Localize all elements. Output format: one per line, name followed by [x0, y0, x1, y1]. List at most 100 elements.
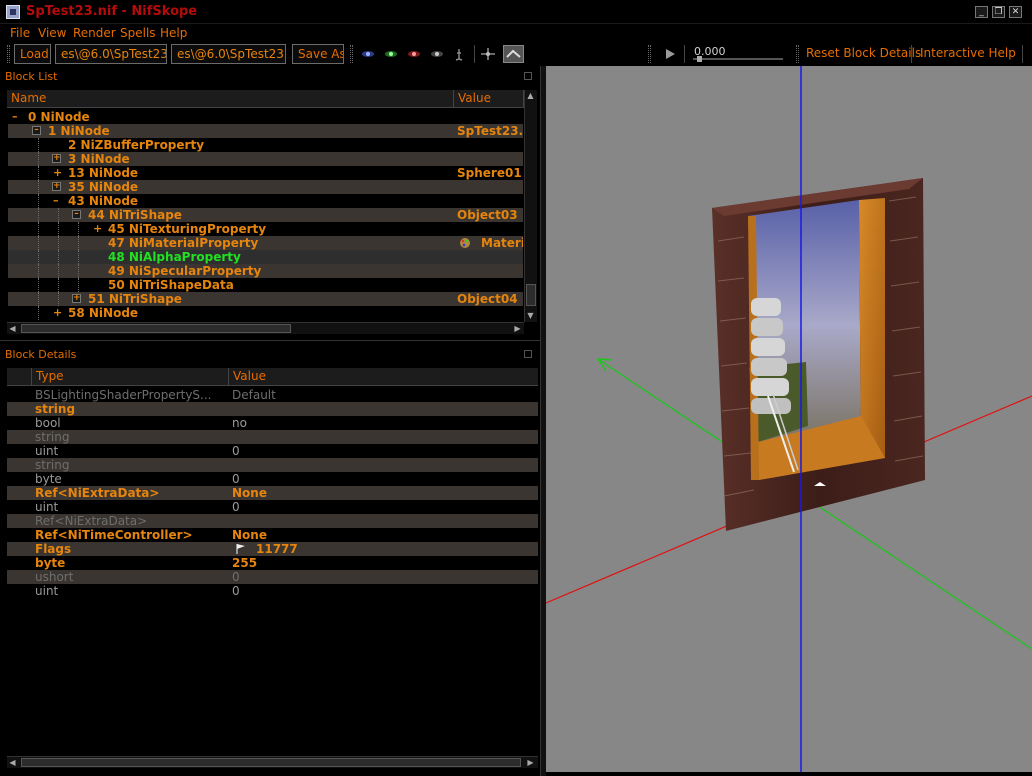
tree-row[interactable]: – 44 NiTriShape Object03 — [8, 208, 523, 222]
details-row[interactable]: Ref<NiExtraData> — [7, 514, 538, 528]
collapse-icon[interactable]: – — [12, 110, 18, 124]
menu-render[interactable]: Render — [73, 26, 116, 40]
details-row[interactable]: BSLightingShaderPropertyS... Default — [7, 388, 538, 402]
details-row[interactable]: Ref<NiExtraData> None — [7, 486, 538, 500]
details-row[interactable]: string — [7, 402, 538, 416]
save-as-button[interactable]: Save As — [292, 44, 344, 64]
collapse-icon[interactable]: – — [72, 210, 81, 219]
scroll-left-icon[interactable]: ◀ — [7, 323, 18, 334]
details-value[interactable]: 11777 — [256, 542, 298, 556]
scroll-left-icon[interactable]: ◀ — [7, 757, 18, 768]
col-value-header[interactable]: Value — [454, 90, 524, 108]
scroll-right-icon[interactable]: ▶ — [525, 757, 536, 768]
reset-block-details-button[interactable]: Reset Block Details — [806, 46, 921, 60]
details-value[interactable]: 0 — [232, 500, 240, 514]
details-value[interactable]: 0 — [232, 584, 240, 598]
expand-icon[interactable]: + — [93, 222, 102, 236]
details-row[interactable]: string — [7, 458, 538, 472]
details-value[interactable]: no — [232, 416, 247, 430]
menu-view[interactable]: View — [38, 26, 66, 40]
tree-row[interactable]: 49 NiSpecularProperty — [8, 264, 523, 278]
tree-row[interactable]: + 45 NiTexturingProperty — [8, 222, 523, 236]
details-value[interactable]: 0 — [232, 472, 240, 486]
collapse-icon[interactable]: – — [53, 194, 59, 208]
minimize-icon[interactable]: _ — [975, 6, 988, 18]
tree-row[interactable]: + 35 NiNode — [8, 180, 523, 194]
eye-gray-icon[interactable] — [429, 47, 445, 61]
menu-spells[interactable]: Spells — [120, 26, 156, 40]
col-name-header[interactable]: Name — [7, 90, 454, 108]
load-path-field[interactable]: es\@6.0\SpTest23.nif — [55, 44, 167, 64]
load-button[interactable]: Load — [14, 44, 51, 64]
scroll-down-icon[interactable]: ▼ — [525, 310, 536, 321]
scroll-thumb[interactable] — [526, 284, 536, 306]
toolbar-grip[interactable] — [7, 45, 10, 63]
tree-row[interactable]: 50 NiTriShapeData — [8, 278, 523, 292]
walk-icon[interactable] — [452, 47, 468, 61]
scroll-thumb[interactable] — [21, 758, 521, 767]
tree-row[interactable]: 47 NiMaterialProperty Materi — [8, 236, 523, 250]
menu-help[interactable]: Help — [160, 26, 187, 40]
details-row[interactable]: uint 0 — [7, 584, 538, 598]
menu-file[interactable]: File — [10, 26, 30, 40]
block-list-hscroll[interactable]: ◀ ▶ — [7, 322, 524, 334]
details-row[interactable]: byte 0 — [7, 472, 538, 486]
tree-row[interactable]: 2 NiZBufferProperty — [8, 138, 523, 152]
toolbar-grip[interactable] — [796, 45, 799, 63]
block-details-hscroll[interactable]: ◀ ▶ — [7, 756, 538, 768]
eye-blue-icon[interactable] — [360, 47, 376, 61]
expand-icon[interactable]: + — [53, 306, 62, 320]
axes-icon[interactable] — [480, 47, 496, 61]
eye-red-icon[interactable] — [406, 47, 422, 61]
time-slider-handle[interactable] — [697, 56, 702, 62]
close-icon[interactable]: ✕ — [1009, 6, 1022, 18]
details-row[interactable]: bool no — [7, 416, 538, 430]
collapse-icon[interactable]: – — [32, 126, 41, 135]
tree-row[interactable]: – 43 NiNode — [8, 194, 523, 208]
restore-icon[interactable]: ❐ — [992, 6, 1005, 18]
tree-row[interactable]: + 51 NiTriShape Object04 — [8, 292, 523, 306]
details-value[interactable]: 0 — [232, 444, 240, 458]
block-list-vscroll[interactable]: ▲ ▼ — [524, 90, 537, 322]
expand-icon[interactable]: + — [72, 294, 81, 303]
tree-row[interactable]: + 58 NiNode — [8, 306, 523, 320]
tree-row-selected[interactable]: 48 NiAlphaProperty — [8, 250, 523, 264]
scroll-thumb[interactable] — [21, 324, 291, 333]
eye-green-icon[interactable] — [383, 47, 399, 61]
tree-row[interactable]: + 3 NiNode — [8, 152, 523, 166]
tree-row[interactable]: – 1 NiNode SpTest23.n — [8, 124, 523, 138]
save-path-field[interactable]: es\@6.0\SpTest23.nif — [171, 44, 286, 64]
play-icon[interactable] — [662, 47, 678, 61]
details-row[interactable]: uint 0 — [7, 444, 538, 458]
render-viewport[interactable] — [546, 66, 1032, 772]
panel-divider[interactable] — [0, 340, 540, 341]
expand-icon[interactable]: + — [52, 154, 61, 163]
interactive-help-button[interactable]: Interactive Help — [920, 46, 1016, 60]
col-value-header[interactable]: Value — [229, 368, 538, 386]
col-type-header[interactable]: Type — [32, 368, 229, 386]
scene-canvas[interactable] — [546, 66, 1032, 772]
details-row[interactable]: Ref<NiTimeController> None — [7, 528, 538, 542]
toolbar-grip[interactable] — [350, 45, 353, 63]
expand-icon[interactable]: + — [52, 182, 61, 191]
float-panel-icon[interactable] — [524, 350, 532, 358]
details-value[interactable]: 0 — [232, 570, 240, 584]
details-row[interactable]: string — [7, 430, 538, 444]
details-row[interactable]: byte 255 — [7, 556, 538, 570]
scroll-up-icon[interactable]: ▲ — [525, 90, 536, 101]
details-row[interactable]: Flags 11777 — [7, 542, 538, 556]
details-value[interactable]: Default — [232, 388, 276, 402]
time-slider[interactable] — [693, 56, 783, 62]
view-toggle-button[interactable] — [503, 45, 524, 63]
tree-row[interactable]: – 0 NiNode — [8, 110, 523, 124]
details-value[interactable]: 255 — [232, 556, 257, 570]
details-value[interactable]: None — [232, 486, 267, 500]
float-panel-icon[interactable] — [524, 72, 532, 80]
toolbar-grip[interactable] — [648, 45, 651, 63]
scroll-right-icon[interactable]: ▶ — [512, 323, 523, 334]
details-row[interactable]: ushort 0 — [7, 570, 538, 584]
details-value[interactable]: None — [232, 528, 267, 542]
tree-row[interactable]: + 13 NiNode Sphere01 — [8, 166, 523, 180]
expand-icon[interactable]: + — [53, 166, 62, 180]
details-row[interactable]: uint 0 — [7, 500, 538, 514]
